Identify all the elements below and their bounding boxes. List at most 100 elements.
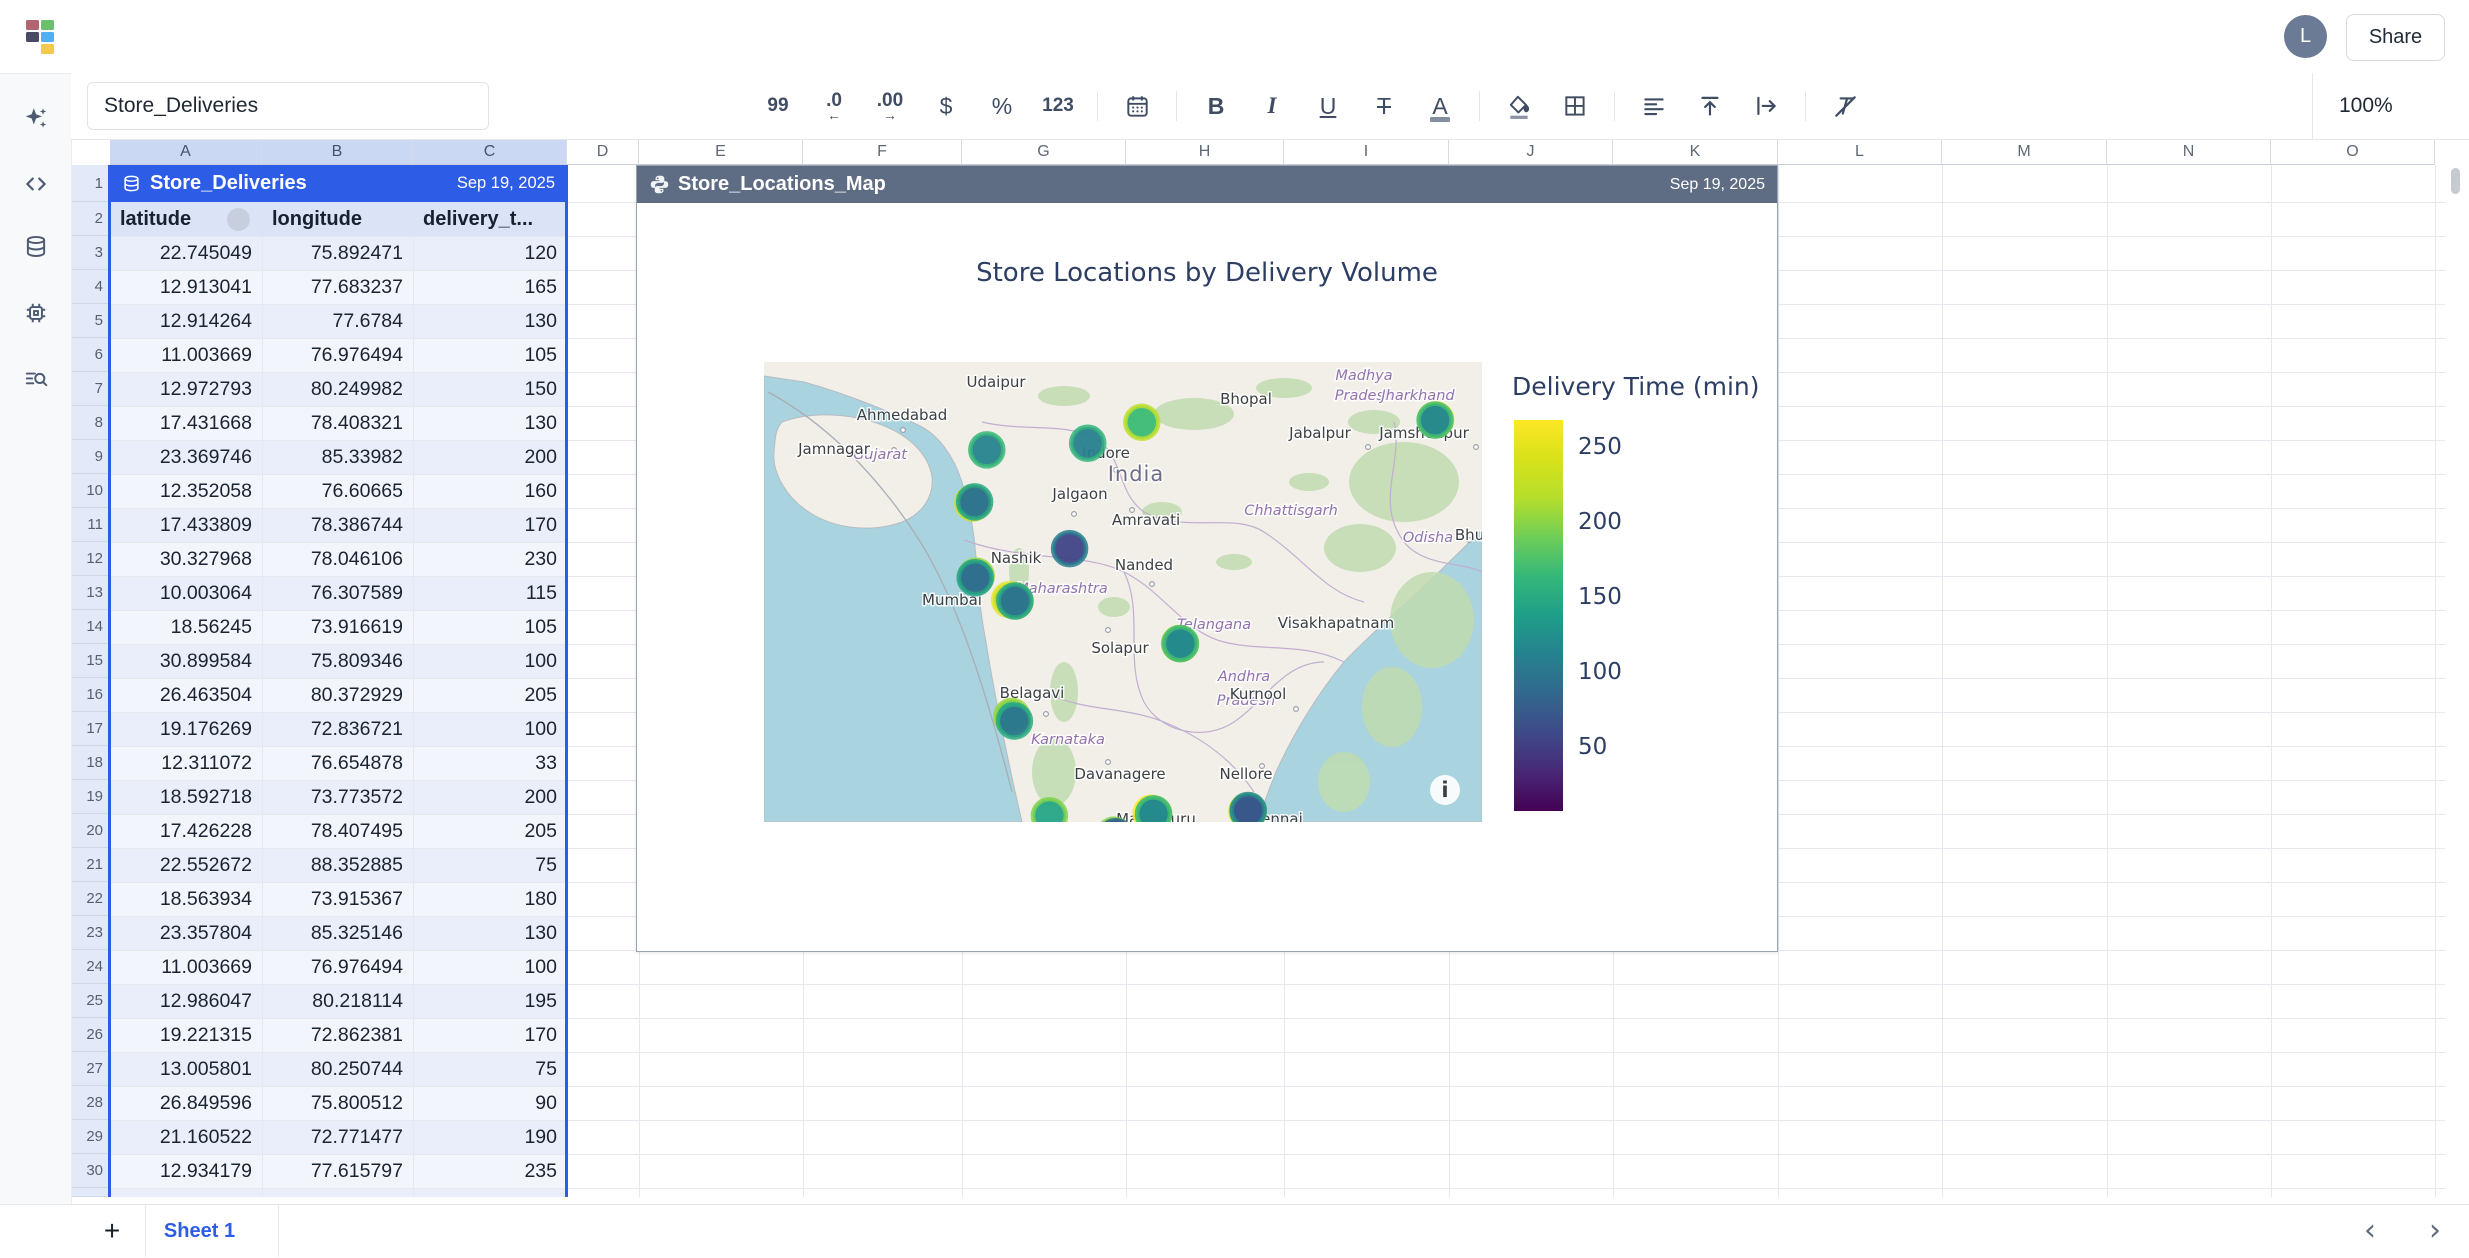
- widget-header[interactable]: Store_Locations_Map Sep 19, 2025: [637, 166, 1777, 203]
- row-header-12[interactable]: 12: [71, 542, 110, 576]
- sheet-tab[interactable]: Sheet 1: [145, 1205, 279, 1257]
- table-cell[interactable]: 10.003064: [110, 576, 262, 610]
- avatar[interactable]: L: [2284, 15, 2327, 58]
- table-cell[interactable]: 18.563934: [110, 882, 262, 916]
- store-marker[interactable]: [1033, 799, 1066, 822]
- table-cell[interactable]: 18.56245: [110, 610, 262, 644]
- row-header-26[interactable]: 26: [71, 1018, 110, 1052]
- table-cell[interactable]: 12.986047: [110, 984, 262, 1018]
- row-header-18[interactable]: 18: [71, 746, 110, 780]
- table-column-header-longitude[interactable]: longitude: [262, 202, 413, 236]
- row-header-11[interactable]: 11: [71, 508, 110, 542]
- table-cell[interactable]: 76.60665: [262, 474, 413, 508]
- table-cell[interactable]: 77.6784: [262, 304, 413, 338]
- row-header-15[interactable]: 15: [71, 644, 110, 678]
- table-cell[interactable]: 13.005801: [110, 1052, 262, 1086]
- sidebar-item-integrations-chip[interactable]: [23, 300, 49, 326]
- store-marker[interactable]: [970, 433, 1003, 466]
- zoom-control[interactable]: 100%: [2312, 73, 2469, 139]
- table-cell[interactable]: 200: [413, 780, 567, 814]
- select-all-corner[interactable]: [71, 139, 111, 166]
- row-header-19[interactable]: 19: [71, 780, 110, 814]
- table-cell[interactable]: 12.913041: [110, 270, 262, 304]
- table-cell[interactable]: 77.615797: [262, 1154, 413, 1188]
- table-cell[interactable]: 160: [413, 474, 567, 508]
- row-header-28[interactable]: 28: [71, 1086, 110, 1120]
- table-cell[interactable]: 30.899584: [110, 644, 262, 678]
- row-header-9[interactable]: 9: [71, 440, 110, 474]
- column-header-D[interactable]: D: [567, 139, 639, 165]
- row-header-13[interactable]: 13: [71, 576, 110, 610]
- horizontal-align-button[interactable]: [1637, 84, 1671, 128]
- table-cell[interactable]: 72.836721: [262, 712, 413, 746]
- row-header-29[interactable]: 29: [71, 1120, 110, 1154]
- table-cell[interactable]: 33: [413, 746, 567, 780]
- text-color-button[interactable]: A: [1423, 84, 1457, 128]
- column-chip-icon[interactable]: [227, 208, 250, 231]
- column-header-M[interactable]: M: [1942, 139, 2107, 165]
- store-marker[interactable]: [959, 561, 992, 594]
- row-header-8[interactable]: 8: [71, 406, 110, 440]
- table-cell[interactable]: 23.357804: [110, 916, 262, 950]
- table-cell[interactable]: 72.862381: [262, 1018, 413, 1052]
- scroll-left-button[interactable]: ‹: [2355, 1217, 2385, 1247]
- app-logo-icon[interactable]: [26, 20, 56, 54]
- fill-color-button[interactable]: [1502, 84, 1536, 128]
- table-cell[interactable]: 72.771477: [262, 1120, 413, 1154]
- row-header-10[interactable]: 10: [71, 474, 110, 508]
- row-header-14[interactable]: 14: [71, 610, 110, 644]
- table-cell[interactable]: 73.915367: [262, 882, 413, 916]
- table-cell[interactable]: 17.431668: [110, 406, 262, 440]
- table-cell[interactable]: 12.914264: [110, 304, 262, 338]
- store-marker[interactable]: [998, 705, 1031, 738]
- table-column-header-latitude[interactable]: latitude: [110, 202, 262, 236]
- increase-decimal-button[interactable]: .00→: [873, 84, 907, 128]
- table-cell[interactable]: 75: [413, 848, 567, 882]
- table-cell[interactable]: 75.809346: [262, 644, 413, 678]
- table-cell[interactable]: 22.745049: [110, 236, 262, 270]
- column-header-L[interactable]: L: [1778, 139, 1942, 165]
- row-header-2[interactable]: 2: [71, 202, 110, 236]
- store-marker[interactable]: [1053, 532, 1086, 565]
- table-cell[interactable]: 205: [413, 678, 567, 712]
- table-cell[interactable]: 11.003669: [110, 950, 262, 984]
- table-cell[interactable]: 12.311072: [110, 746, 262, 780]
- table-cell[interactable]: 19.221315: [110, 1018, 262, 1052]
- table-cell[interactable]: 100: [413, 644, 567, 678]
- table-cell[interactable]: 205: [413, 814, 567, 848]
- row-header-30[interactable]: 30: [71, 1154, 110, 1188]
- decrease-decimal-button[interactable]: .0←: [817, 84, 851, 128]
- strikethrough-button[interactable]: T: [1367, 84, 1401, 128]
- borders-button[interactable]: [1558, 84, 1592, 128]
- vertical-scrollbar-thumb[interactable]: [2451, 168, 2460, 194]
- underline-button[interactable]: U: [1311, 84, 1345, 128]
- row-header-22[interactable]: 22: [71, 882, 110, 916]
- table-column-header-delivery_t[interactable]: delivery_t...: [413, 202, 567, 236]
- column-header-C[interactable]: C: [413, 139, 567, 165]
- table-cell[interactable]: 73.916619: [262, 610, 413, 644]
- table-cell[interactable]: 22.552672: [110, 848, 262, 882]
- table-cell[interactable]: 19.176269: [110, 712, 262, 746]
- table-cell[interactable]: 190: [413, 1120, 567, 1154]
- row-header-4[interactable]: 4: [71, 270, 110, 304]
- table-cell[interactable]: 80.218114: [262, 984, 413, 1018]
- store-marker[interactable]: [1164, 627, 1197, 660]
- table-cell[interactable]: 23.369746: [110, 440, 262, 474]
- share-button[interactable]: Share: [2346, 14, 2445, 61]
- row-header-5[interactable]: 5: [71, 304, 110, 338]
- name-box[interactable]: Store_Deliveries: [87, 82, 489, 130]
- table-cell[interactable]: 235: [413, 1154, 567, 1188]
- table-cell[interactable]: 78.386744: [262, 508, 413, 542]
- table-cell[interactable]: 170: [413, 1018, 567, 1052]
- table-cell[interactable]: 80.250744: [262, 1052, 413, 1086]
- store-marker[interactable]: [1232, 794, 1265, 822]
- table-cell[interactable]: 150: [413, 372, 567, 406]
- table-cell[interactable]: 12.934179: [110, 1154, 262, 1188]
- table-cell[interactable]: 88.352885: [262, 848, 413, 882]
- table-cell[interactable]: 18.592718: [110, 780, 262, 814]
- table-cell[interactable]: 85.325146: [262, 916, 413, 950]
- italic-button[interactable]: I: [1255, 84, 1289, 128]
- row-header-3[interactable]: 3: [71, 236, 110, 270]
- table-cell[interactable]: 11.003669: [110, 338, 262, 372]
- row-header-20[interactable]: 20: [71, 814, 110, 848]
